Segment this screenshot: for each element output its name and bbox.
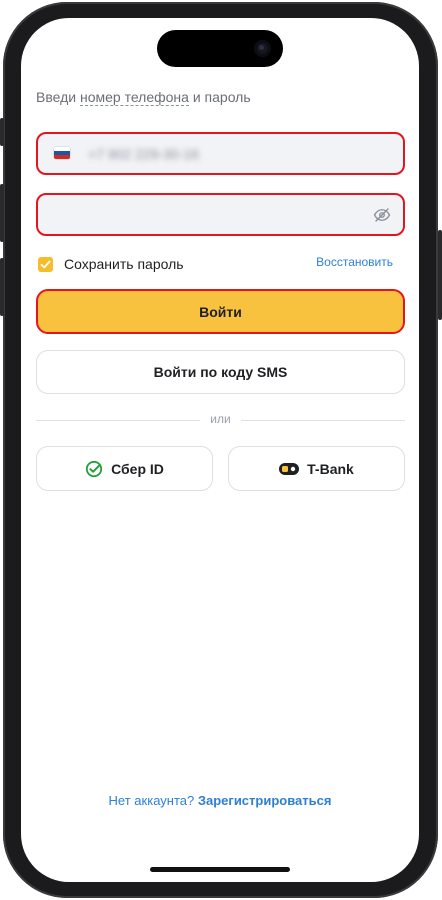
- tbank-label: T-Bank: [307, 460, 354, 477]
- volume-down-button: [0, 258, 4, 316]
- login-button[interactable]: Войти: [36, 289, 405, 334]
- russia-flag-icon: [54, 147, 70, 159]
- divider-line-right: [241, 420, 405, 421]
- home-indicator: [150, 867, 290, 872]
- register-link[interactable]: Зарегистрироваться: [198, 793, 332, 808]
- action-button: [0, 118, 4, 146]
- volume-up-button: [0, 184, 4, 242]
- remember-password[interactable]: Сохранить пароль: [38, 255, 184, 273]
- phone-input[interactable]: +7 902 229-30-16: [36, 132, 405, 175]
- camera-icon: [254, 40, 271, 57]
- remember-label: Сохранить пароль: [64, 256, 184, 272]
- eye-off-icon[interactable]: [373, 206, 391, 224]
- tbank-icon: [279, 462, 300, 475]
- checkmark-icon: [40, 260, 51, 268]
- prompt-phone-link[interactable]: номер телефона: [79, 89, 189, 106]
- sber-check-icon: [85, 460, 103, 478]
- register-question: Нет аккаунта?: [108, 793, 195, 808]
- sber-id-label: Сбер ID: [111, 460, 164, 477]
- restore-password-link[interactable]: Восстановить: [316, 255, 393, 269]
- flag-stripe-red: [54, 155, 70, 159]
- sber-id-button[interactable]: Сбер ID: [36, 446, 213, 491]
- phone-frame: Введи номер телефона и пароль +7 902 229…: [0, 0, 442, 900]
- sms-login-button[interactable]: Войти по коду SMS: [36, 350, 405, 394]
- login-prompt: Введи номер телефона и пароль: [36, 89, 251, 106]
- screen: Введи номер телефона и пароль +7 902 229…: [21, 18, 419, 882]
- phone-value: +7 902 229-30-16: [88, 146, 199, 162]
- divider-text: или: [210, 412, 231, 426]
- prompt-text-before: Введи: [36, 89, 77, 105]
- or-divider: или: [36, 412, 405, 428]
- tbank-button[interactable]: T-Bank: [228, 446, 405, 491]
- dynamic-island: [157, 30, 283, 67]
- remember-checkbox[interactable]: [38, 256, 53, 272]
- power-button: [438, 230, 442, 320]
- register-prompt: Нет аккаунта? Зарегистрироваться: [21, 793, 419, 808]
- prompt-text-after: и пароль: [192, 89, 251, 105]
- password-input[interactable]: [36, 193, 405, 236]
